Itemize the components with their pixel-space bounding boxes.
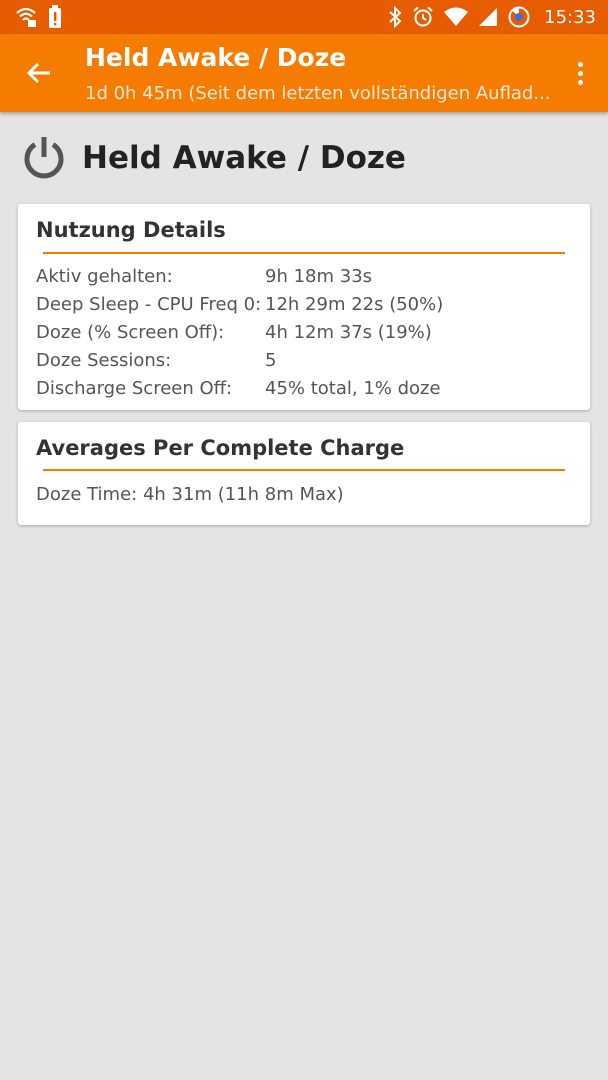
app-bar: Held Awake / Doze 1d 0h 45m (Seit dem le… bbox=[0, 34, 608, 112]
divider bbox=[43, 252, 565, 254]
detail-value: 9h 18m 33s bbox=[265, 265, 373, 287]
status-time: 15:33 bbox=[544, 6, 596, 28]
back-button[interactable] bbox=[18, 52, 60, 94]
page-title: Held Awake / Doze bbox=[82, 140, 406, 176]
detail-label: Aktiv gehalten: bbox=[36, 265, 173, 287]
detail-row: Doze Sessions: 5 bbox=[36, 346, 443, 374]
detail-row: Deep Sleep - CPU Freq 0: 12h 29m 22s (50… bbox=[36, 290, 443, 318]
divider bbox=[43, 469, 565, 471]
power-icon bbox=[24, 137, 64, 179]
alert-icon bbox=[48, 5, 62, 29]
arrow-back-icon bbox=[26, 62, 50, 84]
detail-value: 4h 12m 37s (19%) bbox=[265, 321, 432, 343]
detail-row: Aktiv gehalten: 9h 18m 33s bbox=[36, 262, 443, 290]
app-bar-subtitle: 1d 0h 45m (Seit dem letzten vollständige… bbox=[85, 83, 551, 104]
bluetooth-icon bbox=[388, 6, 402, 28]
card-title: Nutzung Details bbox=[36, 218, 226, 242]
averages-card: Averages Per Complete Charge Doze Time: … bbox=[18, 422, 590, 525]
detail-value: 12h 29m 22s (50%) bbox=[265, 293, 444, 315]
detail-row: Discharge Screen Off: 45% total, 1% doze bbox=[36, 374, 443, 402]
card-title: Averages Per Complete Charge bbox=[36, 436, 405, 460]
doze-time-text: Doze Time: 4h 31m (11h 8m Max) bbox=[36, 484, 344, 505]
more-options-button[interactable] bbox=[568, 56, 592, 90]
page-heading: Held Awake / Doze bbox=[20, 130, 406, 186]
usage-details-card: Nutzung Details Aktiv gehalten: 9h 18m 3… bbox=[18, 204, 590, 410]
app-bar-title: Held Awake / Doze bbox=[85, 43, 347, 72]
more-vert-icon bbox=[577, 61, 583, 67]
detail-value: 45% total, 1% doze bbox=[265, 377, 441, 399]
wifi-calling-icon bbox=[14, 6, 38, 28]
detail-label: Doze (% Screen Off): bbox=[36, 321, 225, 343]
signal-icon bbox=[478, 7, 498, 27]
wifi-icon bbox=[444, 7, 469, 27]
detail-label: Deep Sleep - CPU Freq 0: bbox=[36, 293, 262, 315]
alarm-icon bbox=[412, 6, 434, 28]
status-bar: 15:33 bbox=[0, 0, 608, 34]
detail-value: 5 bbox=[265, 349, 277, 371]
detail-label: Discharge Screen Off: bbox=[36, 377, 233, 399]
detail-row: Doze (% Screen Off): 4h 12m 37s (19%) bbox=[36, 318, 443, 346]
detail-label: Doze Sessions: bbox=[36, 349, 172, 371]
battery-icon bbox=[508, 6, 530, 28]
